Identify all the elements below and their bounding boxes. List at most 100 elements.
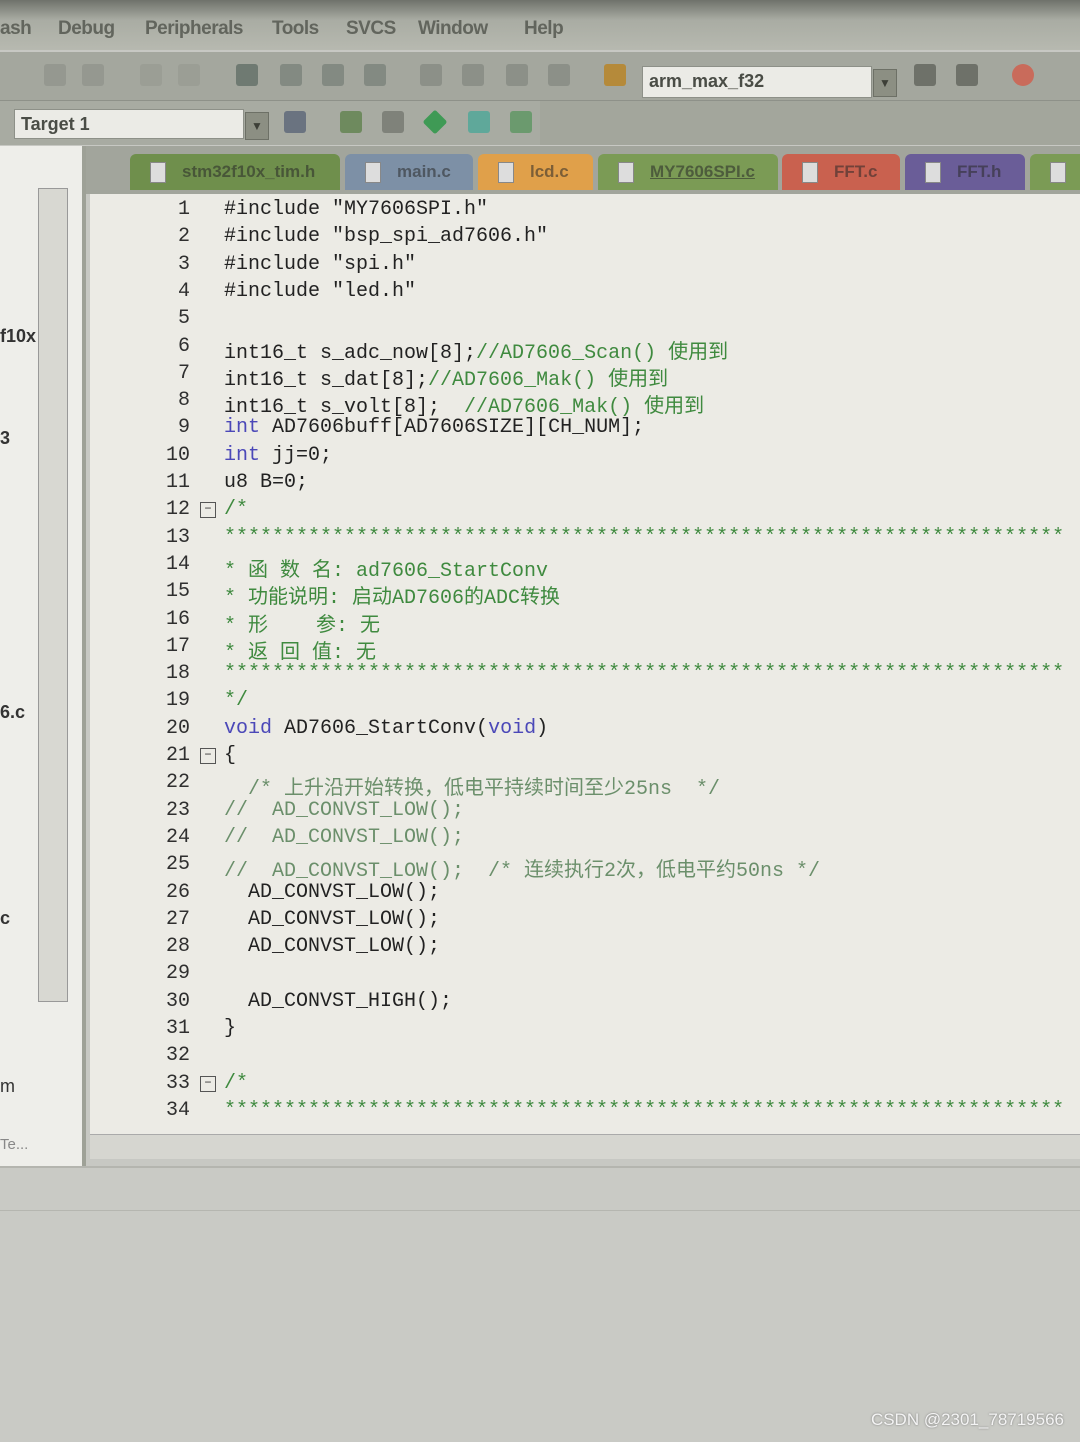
code-line[interactable]: 9 int AD7606buff[AD7606SIZE][CH_NUM]; bbox=[90, 416, 1080, 443]
code-text: /* bbox=[224, 1072, 248, 1095]
project-tab[interactable]: Te... bbox=[0, 1136, 28, 1153]
nav-back-icon[interactable] bbox=[140, 64, 162, 86]
redo-icon[interactable] bbox=[82, 64, 104, 86]
code-line[interactable]: 1 #include "MY7606SPI.h" bbox=[90, 198, 1080, 225]
code-line[interactable]: 21−{ bbox=[90, 744, 1080, 771]
code-line[interactable]: 2 #include "bsp_spi_ad7606.h" bbox=[90, 225, 1080, 252]
code-line[interactable]: 7 int16_t s_dat[8];//AD7606_Mak() 使用到 bbox=[90, 362, 1080, 392]
code-line[interactable]: 11 u8 B=0; bbox=[90, 471, 1080, 498]
tab-more[interactable] bbox=[1030, 154, 1080, 190]
target-options-icon[interactable] bbox=[284, 111, 306, 133]
code-line[interactable]: 25 // AD_CONVST_LOW(); /* 连续执行2次，低电平约50ns… bbox=[90, 853, 1080, 883]
uncomment-icon[interactable] bbox=[548, 64, 570, 86]
file-extensions-icon[interactable] bbox=[382, 111, 404, 133]
comment-icon[interactable] bbox=[506, 64, 528, 86]
code-line[interactable]: 22 /* 上升沿开始转换，低电平持续时间至少25ns */ bbox=[90, 771, 1080, 801]
chevron-down-icon[interactable]: ▼ bbox=[245, 112, 269, 140]
tab-my7606spi-c[interactable]: MY7606SPI.c bbox=[598, 154, 778, 190]
fold-toggle-icon[interactable]: − bbox=[200, 1075, 216, 1092]
code-line[interactable]: 20 void AD7606_StartConv(void) bbox=[90, 717, 1080, 744]
tab-main-c[interactable]: main.c bbox=[345, 154, 473, 190]
manage-components-icon[interactable] bbox=[340, 111, 362, 133]
code-token: AD7606_StartConv( bbox=[272, 716, 489, 740]
find-combo[interactable]: arm_max_f32 ▼ bbox=[642, 66, 897, 98]
code-line[interactable]: 28 AD_CONVST_LOW(); bbox=[90, 935, 1080, 962]
code-token: u8 B=0; bbox=[224, 471, 309, 494]
horizontal-scrollbar[interactable] bbox=[90, 1134, 1080, 1159]
tab-lcd-c[interactable]: lcd.c bbox=[478, 154, 593, 190]
debug-session-icon[interactable] bbox=[1012, 64, 1034, 86]
code-line[interactable]: 18 **************************************… bbox=[90, 662, 1080, 689]
code-token: AD7606buff[AD7606SIZE][CH_NUM]; bbox=[260, 416, 645, 440]
code-line[interactable]: 5 bbox=[90, 307, 1080, 334]
undo-icon[interactable] bbox=[44, 64, 66, 86]
code-line[interactable]: 23 // AD_CONVST_LOW(); bbox=[90, 799, 1080, 826]
code-line[interactable]: 24 // AD_CONVST_LOW(); bbox=[90, 826, 1080, 853]
menu-debug[interactable]: Debug bbox=[58, 18, 115, 40]
code-line[interactable]: 19 */ bbox=[90, 689, 1080, 716]
pack-installer-icon[interactable] bbox=[422, 109, 448, 135]
tab-fft-c[interactable]: FFT.c bbox=[782, 154, 900, 190]
target-combo[interactable]: Target 1 ▼ bbox=[14, 109, 269, 140]
code-text: } bbox=[224, 1017, 236, 1040]
code-line[interactable]: 12−/* bbox=[90, 498, 1080, 525]
code-line[interactable]: 27 AD_CONVST_LOW(); bbox=[90, 908, 1080, 935]
tab-stm32f10x_tim-h[interactable]: stm32f10x_tim.h bbox=[130, 154, 340, 190]
code-token: #include "led.h" bbox=[224, 279, 417, 303]
code-line[interactable]: 4 #include "led.h" bbox=[90, 280, 1080, 307]
divider bbox=[0, 1210, 1080, 1211]
find-in-files-icon[interactable] bbox=[604, 64, 626, 86]
code-text: #include "spi.h" bbox=[224, 253, 416, 276]
menu-flash[interactable]: ash bbox=[0, 18, 32, 40]
menu-tools[interactable]: Tools bbox=[272, 18, 319, 40]
project-item[interactable]: 6.c bbox=[0, 702, 25, 723]
code-line[interactable]: 32 bbox=[90, 1044, 1080, 1071]
project-scrollbar[interactable] bbox=[38, 188, 68, 1002]
project-item[interactable]: 3 bbox=[0, 428, 10, 449]
indent-icon[interactable] bbox=[420, 64, 442, 86]
code-line[interactable]: 30 AD_CONVST_HIGH(); bbox=[90, 990, 1080, 1017]
bookmark-next-icon[interactable] bbox=[322, 64, 344, 86]
menu-help[interactable]: Help bbox=[524, 18, 564, 40]
code-line[interactable]: 3 #include "spi.h" bbox=[90, 253, 1080, 280]
bookmark-clear-icon[interactable] bbox=[364, 64, 386, 86]
menu-window[interactable]: Window bbox=[418, 18, 488, 40]
code-line[interactable]: 15 * 功能说明: 启动AD7606的ADC转换 bbox=[90, 580, 1080, 610]
project-item[interactable]: f10x bbox=[0, 326, 36, 347]
fold-toggle-icon[interactable]: − bbox=[200, 748, 216, 764]
code-line[interactable]: 8 int16_t s_volt[8]; //AD7606_Mak() 使用到 bbox=[90, 389, 1080, 419]
code-line[interactable]: 34 **************************************… bbox=[90, 1099, 1080, 1126]
tab-label: FFT.c bbox=[834, 162, 878, 181]
menu-peripherals[interactable]: Peripherals bbox=[145, 18, 244, 40]
nav-forward-icon[interactable] bbox=[178, 64, 200, 86]
line-number: 14 bbox=[165, 552, 190, 576]
code-line[interactable]: 29 bbox=[90, 962, 1080, 989]
code-editor[interactable]: 1 #include "MY7606SPI.h" 2 #include "bsp_sp… bbox=[90, 194, 1080, 1134]
code-line[interactable]: 31} bbox=[90, 1017, 1080, 1044]
project-item[interactable]: m bbox=[0, 1076, 15, 1097]
bookmark-prev-icon[interactable] bbox=[280, 64, 302, 86]
output-panel bbox=[0, 1166, 1080, 1442]
unindent-icon[interactable] bbox=[462, 64, 484, 86]
select-packs-icon[interactable] bbox=[468, 111, 490, 133]
code-line[interactable]: 6 int16_t s_adc_now[8];//AD7606_Scan() 使用… bbox=[90, 335, 1080, 365]
code-line[interactable]: 10 int jj=0; bbox=[90, 444, 1080, 471]
bookmark-icon[interactable] bbox=[236, 64, 258, 86]
run-time-environment-icon[interactable] bbox=[510, 111, 532, 133]
menu-svcs[interactable]: SVCS bbox=[346, 18, 396, 40]
line-number: 33 bbox=[165, 1071, 190, 1095]
project-item[interactable]: c bbox=[0, 908, 10, 929]
code-line[interactable]: 33−/* bbox=[90, 1072, 1080, 1099]
code-line[interactable]: 14 * 函 数 名: ad7606_StartConv bbox=[90, 552, 1080, 583]
code-line[interactable]: 16 * 形 参: 无 bbox=[90, 608, 1080, 638]
tab-fft-h[interactable]: FFT.h bbox=[905, 154, 1025, 190]
code-line[interactable]: 13 **************************************… bbox=[90, 526, 1080, 553]
code-line[interactable]: 26 AD_CONVST_LOW(); bbox=[90, 881, 1080, 908]
code-text: u8 B=0; bbox=[224, 471, 308, 494]
fold-toggle-icon[interactable]: − bbox=[200, 502, 216, 519]
incremental-find-icon[interactable] bbox=[914, 64, 936, 86]
code-line[interactable]: 17 * 返 回 值: 无 bbox=[90, 635, 1080, 665]
tools-icon[interactable] bbox=[956, 64, 978, 86]
chevron-down-icon[interactable]: ▼ bbox=[873, 69, 897, 97]
code-text: int16_t s_dat[8];//AD7606_Mak() 使用到 bbox=[224, 362, 668, 392]
